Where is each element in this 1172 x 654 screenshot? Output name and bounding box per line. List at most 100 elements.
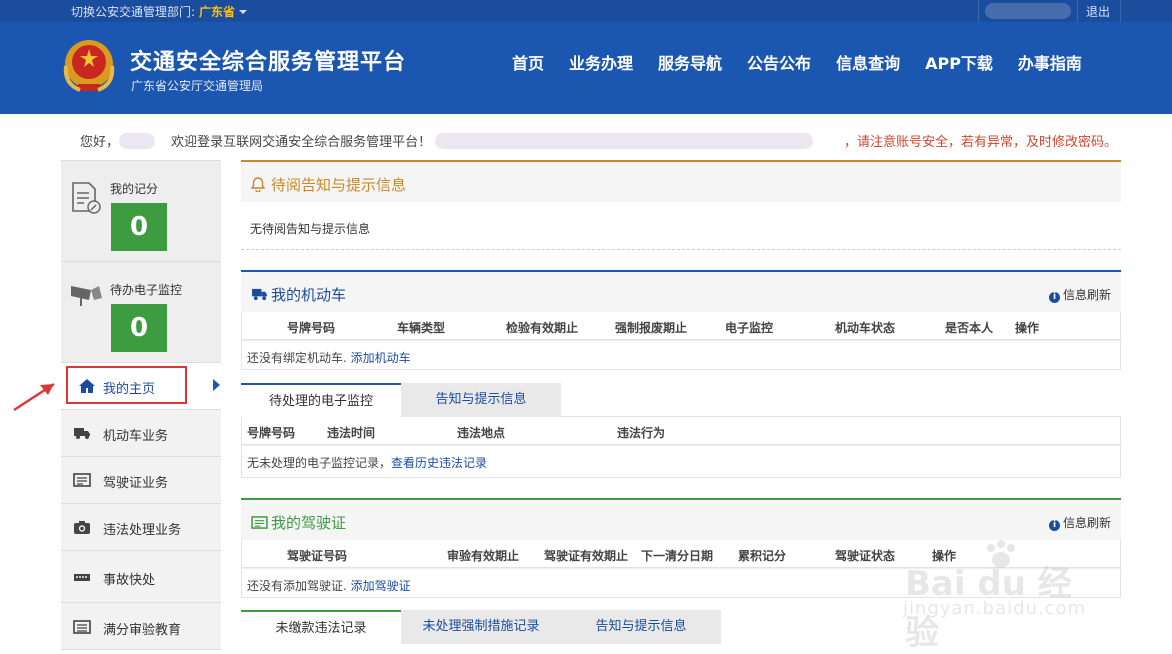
tab-unpaid-violations[interactable]: 未缴款违法记录 xyxy=(241,610,401,644)
vehicle-title: 我的机动车 xyxy=(271,286,347,304)
dept-label: 切换公安交通管理部门: xyxy=(71,5,196,19)
vehicle-table-header: 号牌号码 车辆类型 检验有效期止 强制报废期止 电子监控 机动车状态 是否本人 … xyxy=(241,312,1121,340)
dept-value[interactable]: 广东省 xyxy=(199,5,235,19)
column-header: 违法时间 xyxy=(327,426,376,440)
monitor-value[interactable]: 0 xyxy=(111,304,167,352)
nav-guide[interactable]: 办事指南 xyxy=(1018,50,1082,74)
column-header: 驾驶证状态 xyxy=(835,549,896,563)
score-label: 我的记分 xyxy=(110,182,159,196)
score-value[interactable]: 0 xyxy=(111,203,167,251)
column-header: 审验有效期止 xyxy=(447,549,520,563)
sidebar-item-license[interactable]: 驾驶证业务 xyxy=(61,457,221,504)
truck-icon xyxy=(252,288,267,301)
greeting: 您好， xyxy=(80,135,120,150)
welcome-text: 欢迎登录互联网交通安全综合服务管理平台！ xyxy=(171,135,432,150)
column-header: 号牌号码 xyxy=(247,426,296,440)
highlight-box xyxy=(66,366,187,404)
notice-header: 待阅告知与提示信息 xyxy=(241,160,1121,202)
security-warning: ，请注意账号安全，若有异常，及时修改密码。 xyxy=(844,135,1118,150)
nav-home[interactable]: 首页 xyxy=(512,50,544,74)
sidebar-item-label: 事故快处 xyxy=(103,573,156,588)
camera-monitor-icon xyxy=(71,286,102,306)
monitor-card[interactable]: 待办电子监控 0 xyxy=(61,262,221,363)
tab-notice[interactable]: 告知与提示信息 xyxy=(401,383,561,417)
sidebar: 我的记分 0 待办电子监控 0 我的主页 机动车业务 驾驶证业务 违法处理业务 … xyxy=(61,160,221,650)
main-nav: 首页 业务办理 服务导航 公告公布 信息查询 APP下载 办事指南 xyxy=(512,50,1107,74)
refresh-label: 信息刷新 xyxy=(1062,288,1111,302)
column-header: 电子监控 xyxy=(725,321,774,335)
sidebar-item-label: 违法处理业务 xyxy=(103,523,182,538)
license-refresh-link[interactable]: i 信息刷新 xyxy=(1048,514,1111,531)
vehicle-table-row: 还没有绑定机动车. 添加机动车 xyxy=(241,340,1121,370)
add-vehicle-link[interactable]: 添加机动车 xyxy=(351,351,411,365)
sidebar-item-accident[interactable]: 事故快处 xyxy=(61,551,221,603)
site-subtitle: 广东省公安厅交通管理局 xyxy=(131,79,264,93)
sidebar-item-label: 驾驶证业务 xyxy=(103,476,169,491)
column-header: 机动车状态 xyxy=(835,321,896,335)
top-bar: 切换公安交通管理部门: 广东省 退出 xyxy=(0,0,1172,22)
monitor-table-header: 号牌号码 违法时间 违法地点 违法行为 xyxy=(241,417,1121,445)
chevron-right-icon xyxy=(213,379,220,391)
info-icon: i xyxy=(1048,520,1060,531)
sidebar-item-violation[interactable]: 违法处理业务 xyxy=(61,504,221,551)
column-header: 是否本人 xyxy=(945,321,994,335)
sidebar-item-education[interactable]: 满分审验教育 xyxy=(61,603,221,650)
monitor-table-row: 无未处理的电子监控记录，查看历史违法记录 xyxy=(241,445,1121,478)
nav-app-download[interactable]: APP下载 xyxy=(925,50,993,74)
card-icon xyxy=(251,516,268,529)
column-header: 累积记分 xyxy=(738,549,787,563)
bell-icon xyxy=(251,177,265,192)
empty-row: 无未处理的电子监控记录，查看历史违法记录 xyxy=(247,454,487,471)
police-emblem-icon xyxy=(63,40,115,92)
user-name-blurred xyxy=(985,3,1071,19)
caret-down-icon[interactable] xyxy=(239,10,248,14)
divider xyxy=(1077,0,1078,22)
welcome-line: 您好， 欢迎登录互联网交通安全综合服务管理平台！ xyxy=(80,131,814,150)
refresh-label: 信息刷新 xyxy=(1062,516,1111,530)
score-card[interactable]: 我的记分 0 xyxy=(61,161,221,262)
empty-text: 还没有添加驾驶证. xyxy=(247,579,351,593)
dept-switcher[interactable]: 切换公安交通管理部门: 广东省 xyxy=(71,3,248,20)
tab-pending-monitor[interactable]: 待处理的电子监控 xyxy=(241,383,401,417)
nav-service-guide[interactable]: 服务导航 xyxy=(658,50,722,74)
column-header: 下一清分日期 xyxy=(641,549,714,563)
vehicle-panel: 我的机动车 i 信息刷新 号牌号码 车辆类型 检验有效期止 强制报废期止 电子监控… xyxy=(241,270,1121,370)
card-icon xyxy=(73,473,91,487)
sidebar-item-label: 机动车业务 xyxy=(103,429,169,444)
column-header: 驾驶证号码 xyxy=(287,549,348,563)
tab-enforcement-records[interactable]: 未处理强制措施记录 xyxy=(401,610,561,644)
notice-panel: 待阅告知与提示信息 无待阅告知与提示信息 xyxy=(241,160,1121,250)
column-header: 驾驶证有效期止 xyxy=(544,549,629,563)
add-license-link[interactable]: 添加驾驶证 xyxy=(351,579,411,593)
truck-icon xyxy=(74,428,90,439)
monitor-tabs: 待处理的电子监控 告知与提示信息 xyxy=(241,383,1121,417)
tab-notice-info[interactable]: 告知与提示信息 xyxy=(561,610,721,644)
notice-title: 待阅告知与提示信息 xyxy=(271,176,407,194)
column-header: 违法地点 xyxy=(457,426,506,440)
notice-empty: 无待阅告知与提示信息 xyxy=(250,222,371,236)
sidebar-item-vehicle[interactable]: 机动车业务 xyxy=(61,410,221,457)
empty-row: 还没有绑定机动车. 添加机动车 xyxy=(247,349,411,366)
list-icon xyxy=(73,620,91,634)
license-header: 我的驾驶证 i 信息刷新 xyxy=(241,498,1121,540)
sidebar-item-label: 满分审验教育 xyxy=(103,623,182,638)
camera-icon xyxy=(74,521,90,534)
divider xyxy=(1120,0,1121,22)
logout-link[interactable]: 退出 xyxy=(1086,3,1110,20)
monitor-tab-panel: 待处理的电子监控 告知与提示信息 号牌号码 违法时间 违法地点 违法行为 无未处… xyxy=(241,383,1121,478)
empty-row: 还没有添加驾驶证. 添加驾驶证 xyxy=(247,577,411,594)
history-violation-link[interactable]: 查看历史违法记录 xyxy=(391,456,487,470)
user-name-blurred xyxy=(119,133,156,149)
column-header: 车辆类型 xyxy=(397,321,446,335)
nav-announcements[interactable]: 公告公布 xyxy=(747,50,811,74)
baidu-watermark: Bai du 经验 jingyan.baidu.com xyxy=(895,540,1105,653)
site-header: 交通安全综合服务管理平台 广东省公安厅交通管理局 首页 业务办理 服务导航 公告… xyxy=(0,22,1172,114)
vehicle-refresh-link[interactable]: i 信息刷新 xyxy=(1048,286,1111,303)
vehicle-header: 我的机动车 i 信息刷新 xyxy=(241,270,1121,312)
divider xyxy=(978,0,979,22)
license-title: 我的驾驶证 xyxy=(271,514,347,532)
nav-info-query[interactable]: 信息查询 xyxy=(836,50,900,74)
document-edit-icon xyxy=(72,182,101,214)
nav-business[interactable]: 业务办理 xyxy=(569,50,633,74)
annotation-arrow-icon xyxy=(13,382,55,412)
